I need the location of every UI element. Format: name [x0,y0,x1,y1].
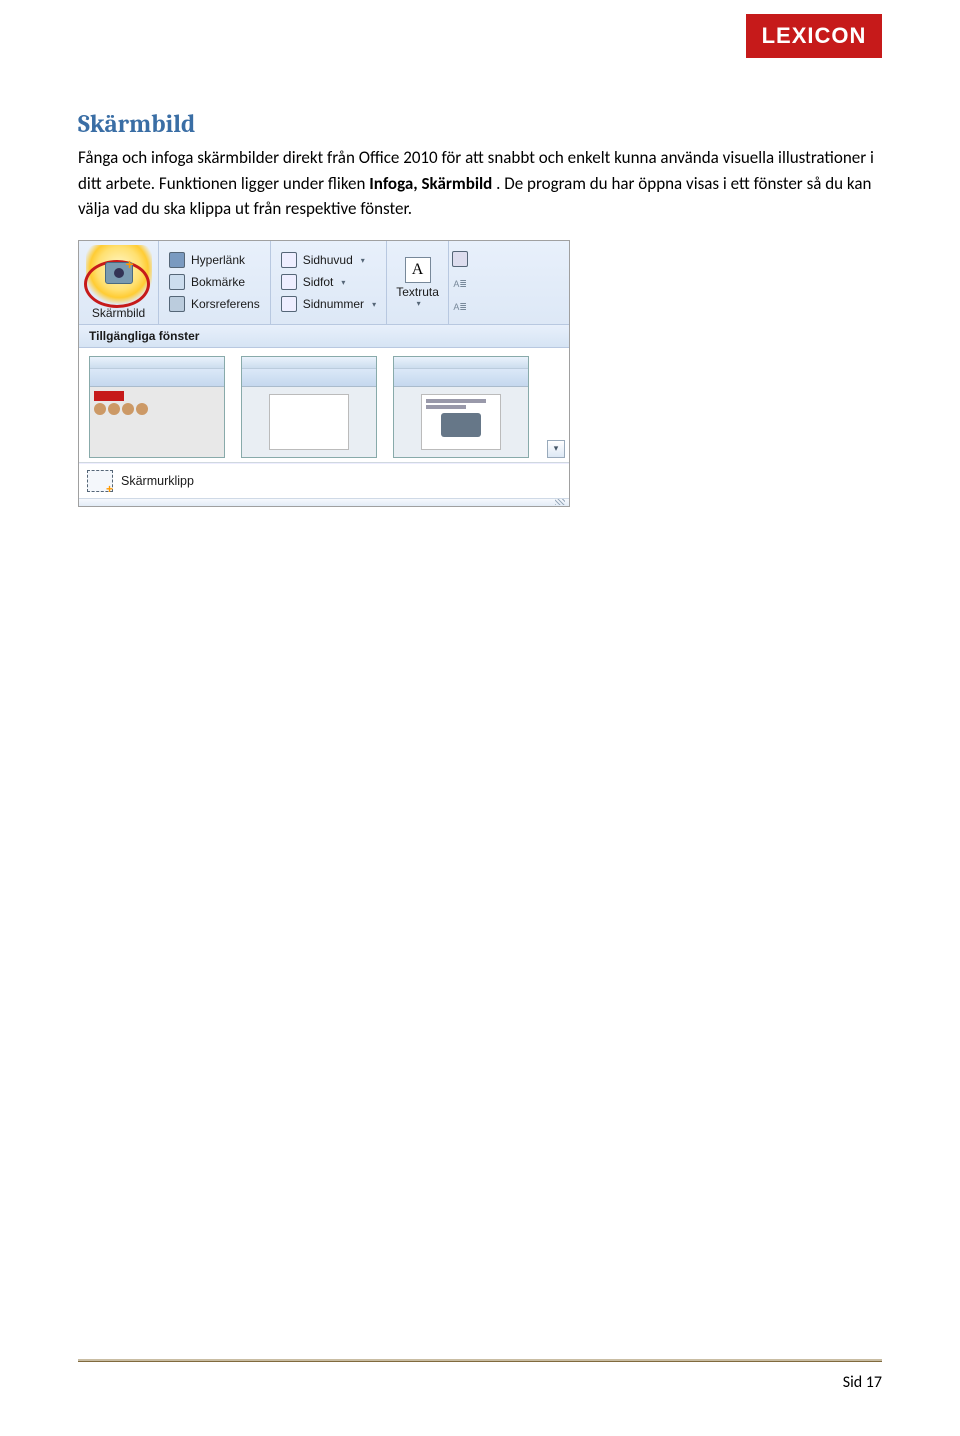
ribbon-group-headerfooter: Sidhuvud ▾ Sidfot ▾ Sidnummer ▾ [271,241,387,324]
chevron-down-icon: ▾ [417,299,421,308]
sidfot-label: Sidfot [303,275,334,289]
window-thumbnail[interactable] [393,356,529,458]
footer-divider [78,1359,882,1362]
paragraph-bold: Infoga, Skärmbild [369,173,492,194]
ribbon: + Skärmbild Hyperlänk Bokmärke Korsrefer… [79,241,569,325]
chevron-down-icon: ▾ [341,278,345,287]
ribbon-item-hyperlink[interactable]: Hyperlänk [165,249,264,271]
ribbon-item-header[interactable]: Sidhuvud ▾ [277,249,380,271]
screen-clipping-label: Skärmurklipp [121,474,194,488]
ribbon-edge: A≣ A≣ [449,241,471,324]
sidnummer-label: Sidnummer [303,297,364,311]
embedded-screenshot: + Skärmbild Hyperlänk Bokmärke Korsrefer… [78,240,570,507]
chevron-down-icon: ▾ [372,300,376,309]
header-icon [281,252,297,268]
korsreferens-label: Korsreferens [191,297,260,311]
crossref-icon [169,296,185,312]
bokmarke-label: Bokmärke [191,275,245,289]
window-thumbnail[interactable] [241,356,377,458]
ribbon-item-crossref[interactable]: Korsreferens [165,293,264,315]
page-number: Sid 17 [843,1373,882,1392]
hyperlink-label: Hyperlänk [191,253,245,267]
pagenum-icon [281,296,297,312]
skarmbild-label: Skärmbild [92,306,145,320]
body-paragraph: Fånga och infoga skärmbilder direkt från… [78,145,882,222]
window-thumbnail[interactable] [89,356,225,458]
textruta-label: Textruta [396,285,439,299]
footer-icon [281,274,297,290]
partial-icon[interactable] [452,251,468,267]
bookmark-icon [169,274,185,290]
sidhuvud-label: Sidhuvud [303,253,353,267]
ribbon-group-links: Hyperlänk Bokmärke Korsreferens [159,241,271,324]
chevron-down-icon: ▾ [361,256,365,265]
ribbon-item-footer[interactable]: Sidfot ▾ [277,271,380,293]
section-heading: Skärmbild [78,110,882,139]
screen-clipping-icon: + [87,470,113,492]
lexicon-logo: LEXICON [746,14,882,58]
ribbon-button-skarmbild[interactable]: + Skärmbild [79,241,159,324]
gallery-title: Tillgängliga fönster [79,325,569,348]
ribbon-button-textruta[interactable]: A Textruta ▾ [387,241,449,324]
available-windows-gallery: ▾ [79,348,569,463]
screen-clipping-item[interactable]: + Skärmurklipp [79,463,569,498]
resize-handle[interactable] [79,498,569,506]
camera-icon: + [105,262,133,284]
ribbon-item-pagenum[interactable]: Sidnummer ▾ [277,293,380,315]
textbox-icon: A [405,257,431,283]
ribbon-item-bookmark[interactable]: Bokmärke [165,271,264,293]
globe-icon [169,252,185,268]
scroll-down-button[interactable]: ▾ [547,440,565,458]
